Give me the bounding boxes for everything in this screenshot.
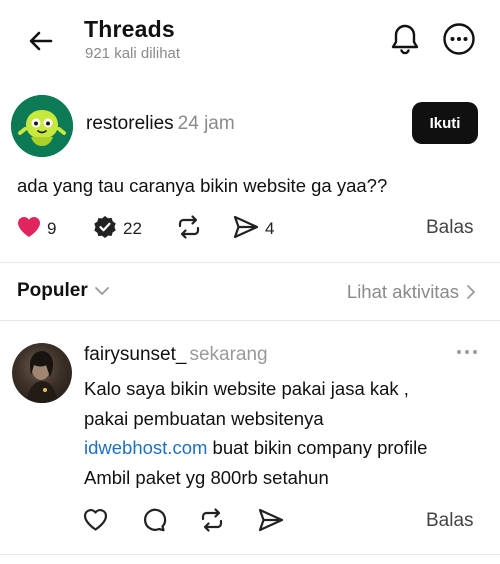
thread-post: restorelies 24 jam Ikuti ada yang tau car… [0, 90, 500, 260]
like-count: 9 [47, 219, 57, 238]
post-author: restorelies 24 jam [86, 113, 235, 135]
username[interactable]: restorelies [86, 113, 174, 134]
reply-line-text: buat bikin company profile [207, 437, 428, 458]
username[interactable]: fairysunset_ [84, 344, 186, 365]
send-icon [257, 507, 285, 538]
top-bar: Threads 921 kali dilihat [0, 0, 500, 80]
like-button[interactable] [82, 507, 109, 537]
reply-text: Kalo saya bikin website pakai jasa kak ,… [84, 374, 427, 492]
avatar[interactable] [12, 343, 72, 403]
reply-author: fairysunset_ sekarang [84, 344, 268, 366]
view-count: 921 kali dilihat [85, 45, 181, 62]
replies-button[interactable]: 22 [92, 214, 142, 244]
share-count: 4 [265, 219, 275, 238]
share-button[interactable]: 4 [232, 214, 274, 244]
reply-line: idwebhost.com buat bikin company profile [84, 433, 427, 463]
repost-button[interactable] [199, 507, 225, 537]
sort-label: Populer [17, 280, 88, 301]
back-arrow-icon[interactable] [26, 26, 56, 56]
chevron-down-icon [94, 285, 110, 297]
send-icon [232, 214, 260, 245]
divider [0, 262, 500, 263]
chevron-right-icon [466, 284, 476, 300]
repost-icon [176, 214, 202, 245]
post-actions: 9 22 4 Balas [0, 214, 500, 244]
like-button[interactable]: 9 [16, 214, 56, 244]
reply-line: pakai pembuatan websitenya [84, 407, 324, 429]
more-options-icon[interactable] [442, 22, 476, 56]
post-text: ada yang tau caranya bikin website ga ya… [17, 175, 388, 196]
view-activity-link[interactable]: Lihat aktivitas [347, 281, 476, 303]
share-button[interactable] [257, 507, 285, 537]
reply-button[interactable]: Balas [426, 510, 474, 532]
verified-reply-icon [92, 214, 118, 245]
heart-icon [82, 507, 109, 537]
website-link[interactable]: idwebhost.com [84, 437, 207, 458]
divider [0, 554, 500, 555]
avatar[interactable] [11, 95, 73, 157]
repost-icon [199, 507, 225, 538]
more-dots-icon[interactable] [454, 342, 480, 362]
reply-line: Ambil paket yg 800rb setahun [84, 466, 329, 488]
follow-button[interactable]: Ikuti [412, 102, 478, 144]
reply-actions: Balas [0, 507, 500, 537]
activity-label: Lihat aktivitas [346, 281, 459, 302]
comment-bubble-icon [141, 507, 167, 538]
comment-button[interactable] [141, 507, 167, 537]
heart-filled-icon [16, 215, 42, 244]
reply-line: Kalo saya bikin website pakai jasa kak , [84, 378, 409, 399]
reply-button[interactable]: Balas [426, 217, 474, 239]
divider [0, 320, 500, 321]
repost-button[interactable] [176, 214, 202, 244]
bell-icon[interactable] [389, 22, 421, 56]
reply-count: 22 [123, 219, 142, 238]
sort-dropdown[interactable]: Populer [17, 280, 110, 302]
post-time: 24 jam [177, 113, 235, 134]
page-title: Threads [84, 16, 175, 42]
reply-time: sekarang [189, 344, 268, 365]
